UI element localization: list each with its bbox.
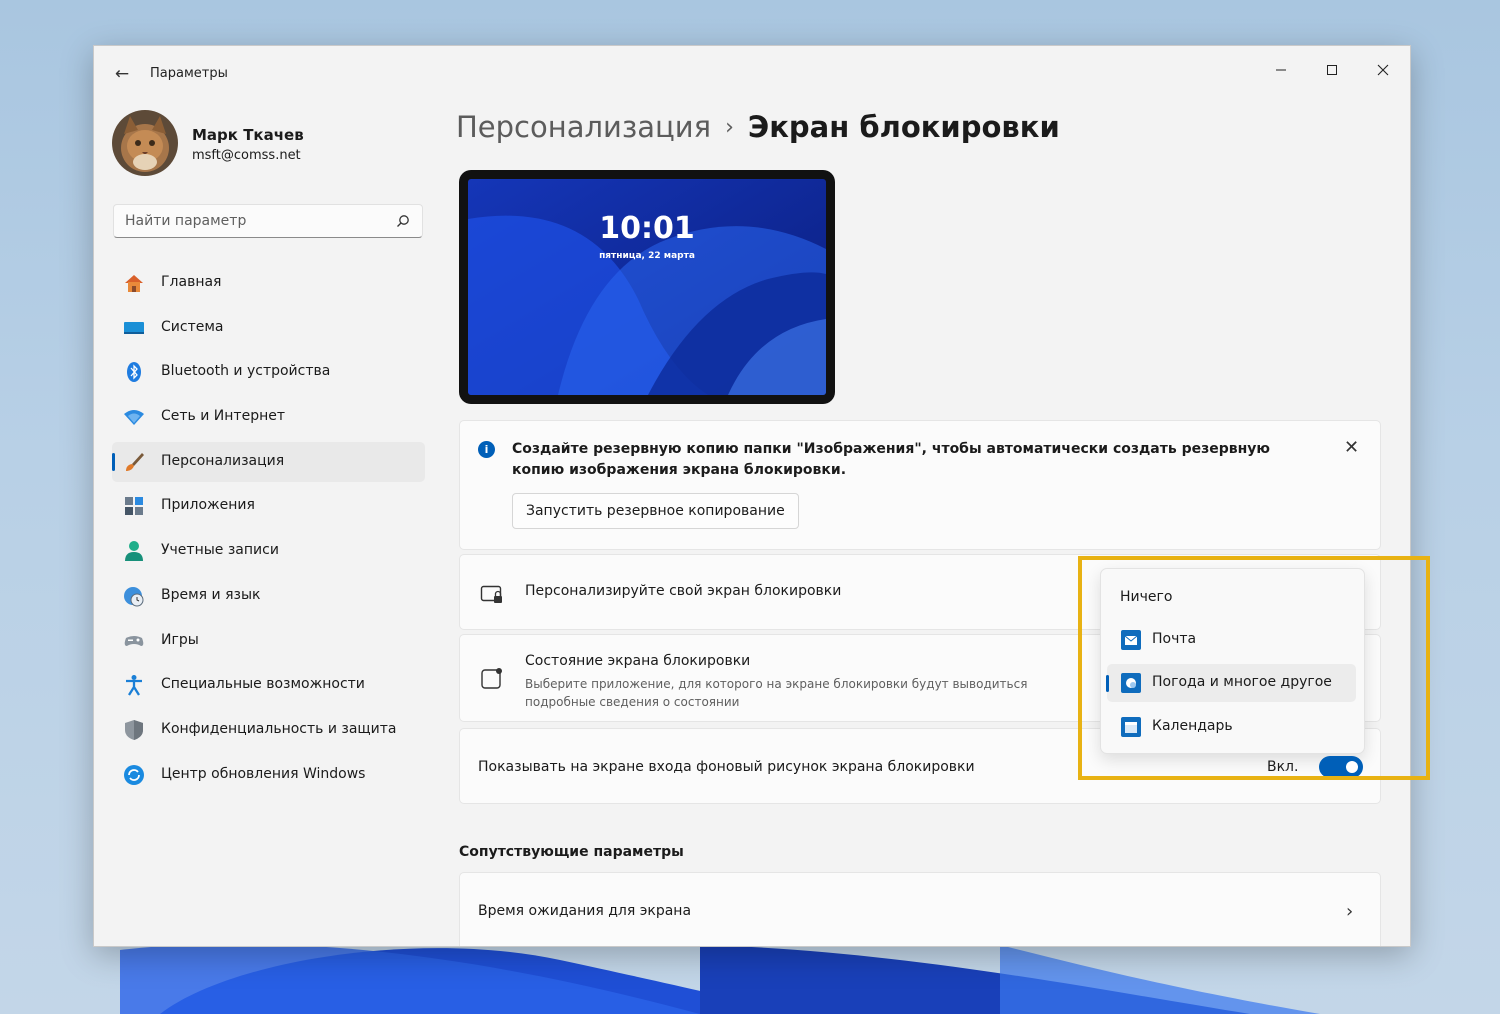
row-title: Показывать на экране входа фоновый рисун… [478,759,975,775]
settings-window: ← Параметры Марк Ткачев msft@comss.net Н… [93,45,1411,947]
user-email: msft@comss.net [192,148,301,163]
shield-icon [125,719,143,740]
title-bar: ← Параметры [94,46,1410,102]
sidebar-item-label: Bluetooth и устройства [161,363,331,380]
sidebar-item-label: Система [161,318,224,335]
start-backup-button[interactable]: Запустить резервное копирование [512,493,799,529]
breadcrumb-separator: › [725,115,734,140]
sidebar-item-system[interactable]: Система [112,308,425,348]
sidebar-item-label: Приложения [161,497,255,514]
sidebar-item-privacy[interactable]: Конфиденциальность и защита [112,710,425,750]
selection-indicator [112,452,115,471]
wifi-icon [124,410,144,426]
gamepad-icon [124,635,144,646]
sidebar-item-time-language[interactable]: Время и язык [112,576,425,616]
chevron-right-icon: › [1346,901,1354,922]
update-icon [124,764,144,785]
row-description: Выберите приложение, для которого на экр… [525,677,1028,709]
row-title: Время ожидания для экрана [478,903,692,919]
sidebar-item-apps[interactable]: Приложения [112,486,425,526]
breadcrumb: Персонализация › Экран блокировки [456,110,1060,144]
lock-screen-icon [480,585,502,603]
sidebar-item-windows-update[interactable]: Центр обновления Windows [112,755,425,795]
highlight-frame [1078,556,1430,780]
maximize-icon [1327,65,1337,75]
sidebar-item-network[interactable]: Сеть и Интернет [112,397,425,437]
breadcrumb-parent[interactable]: Персонализация [456,110,711,144]
minimize-icon [1276,69,1286,71]
related-settings-heading: Сопутствующие параметры [459,844,684,860]
sidebar-item-label: Главная [161,274,222,290]
info-icon: i [478,441,495,458]
preview-screen: 10:01 пятница, 22 марта [468,179,826,395]
globe-clock-icon [124,586,144,607]
sidebar-item-label: Время и язык [161,586,261,603]
account-icon [125,541,143,562]
apps-icon [125,497,143,516]
maximize-button[interactable] [1309,54,1355,86]
sidebar-item-label: Сеть и Интернет [161,408,285,425]
minimize-button[interactable] [1258,54,1304,86]
preview-date: пятница, 22 марта [599,251,695,261]
app-title: Параметры [150,66,228,81]
sidebar-item-label: Центр обновления Windows [161,765,366,782]
status-icon [481,668,502,689]
sidebar-item-gaming[interactable]: Игры [112,621,425,661]
sidebar-item-accounts[interactable]: Учетные записи [112,531,425,571]
sidebar-item-accessibility[interactable]: Специальные возможности [112,665,425,705]
sidebar-item-bluetooth[interactable]: Bluetooth и устройства [112,352,425,392]
brush-icon [126,452,144,471]
page-title: Экран блокировки [747,110,1060,144]
preview-time: 10:01 [599,211,695,246]
sidebar-item-label: Учетные записи [161,542,279,559]
sidebar-item-personalization[interactable]: Персонализация [112,441,425,482]
row-title: Персонализируйте свой экран блокировки [525,583,842,599]
sidebar-nav: Главная Система Bluetooth и устройства С… [112,263,425,799]
avatar [112,110,178,176]
user-name: Марк Ткачев [192,126,304,144]
screen-timeout-row[interactable]: Время ожидания для экрана › [459,872,1381,946]
search-input[interactable]: Найти параметр [113,204,423,238]
sidebar-item-home[interactable]: Главная [112,263,425,303]
banner-close-button[interactable]: ✕ [1344,437,1359,458]
system-icon [124,321,144,334]
user-profile[interactable]: Марк Ткачев msft@comss.net [112,110,412,178]
close-icon [1377,64,1389,76]
search-icon [397,215,409,227]
sidebar-item-label: Специальные возможности [161,676,365,693]
bluetooth-icon [127,362,141,383]
search-placeholder: Найти параметр [125,213,247,229]
accessibility-icon [126,675,142,696]
sidebar-item-label: Конфиденциальность и защита [161,720,397,737]
home-icon [125,275,143,292]
sidebar-item-label: Персонализация [161,452,285,469]
arrow-left-icon: ← [114,64,130,84]
backup-info-banner: i Создайте резервную копию папки "Изобра… [459,420,1381,550]
lock-screen-preview: 10:01 пятница, 22 марта [459,170,835,404]
sidebar-item-label: Игры [161,631,199,648]
banner-text: Создайте резервную копию папки "Изображе… [512,441,1271,478]
row-title: Состояние экрана блокировки [525,653,751,669]
close-button[interactable] [1360,54,1406,86]
back-button[interactable]: ← [110,62,134,86]
